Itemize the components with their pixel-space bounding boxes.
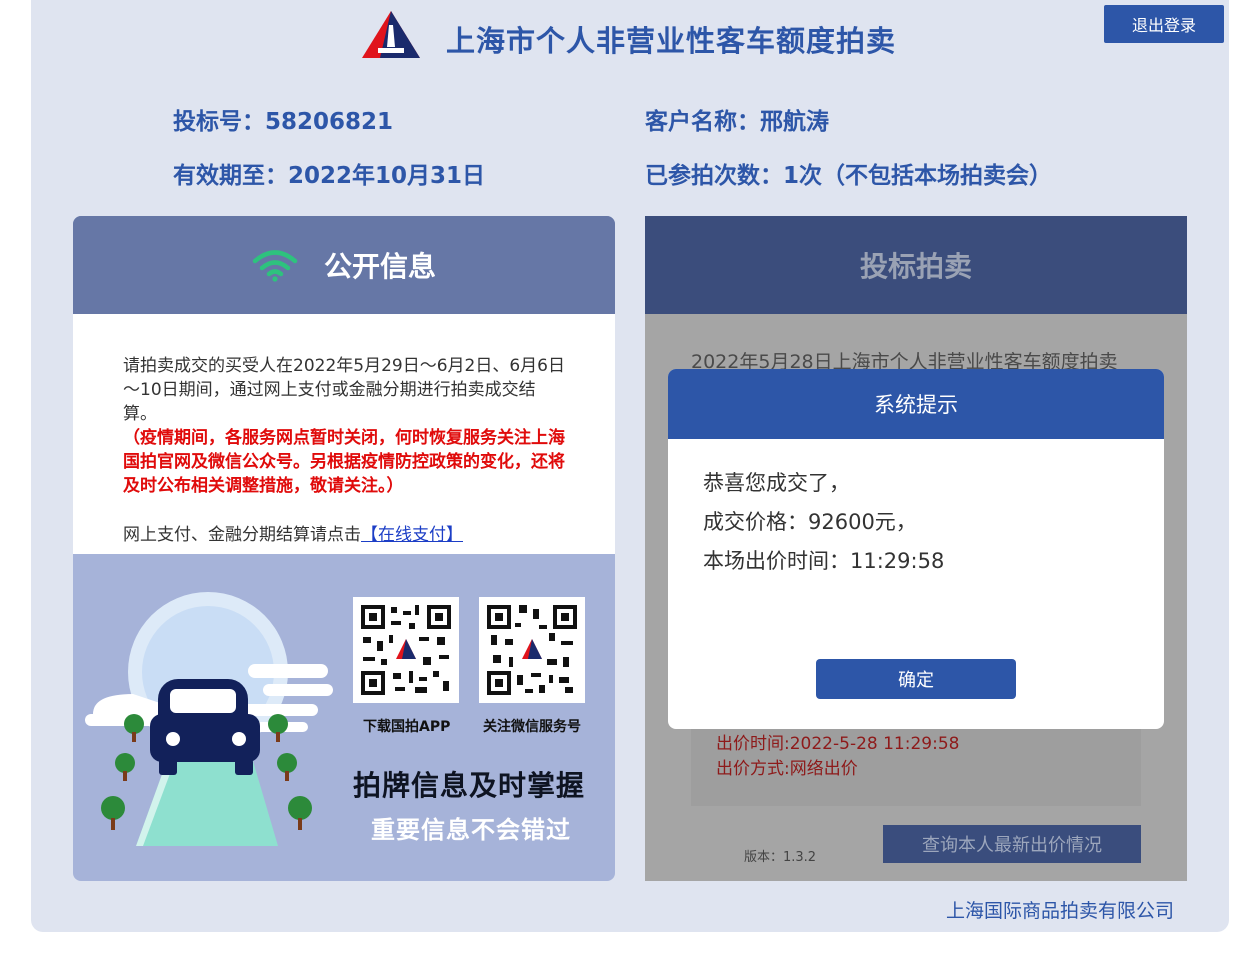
logo-icon: [362, 11, 420, 58]
notice-area: 请拍卖成交的买受人在2022年5月29日～6月2日、6月6日～10日期间，通过网…: [73, 314, 615, 554]
public-info-panel: 公开信息 请拍卖成交的买受人在2022年5月29日～6月2日、6月6日～10日期…: [73, 216, 615, 881]
qr-app: [353, 597, 459, 703]
pay-line: 网上支付、金融分期结算请点击【在线支付】: [123, 520, 463, 545]
slogan-sub: 重要信息不会错过: [371, 816, 571, 844]
dialog-line-1: 恭喜您成交了，: [703, 471, 850, 495]
ok-button[interactable]: 确定: [816, 659, 1016, 699]
dialog-line-2: 成交价格：92600元，: [703, 510, 917, 534]
qr-code-icon: [487, 605, 577, 695]
public-info-title: 公开信息: [323, 250, 436, 283]
car-road-illustration: [85, 592, 333, 846]
query-latest-bid-button[interactable]: 查询本人最新出价情况: [883, 825, 1141, 863]
bid-method: 出价方式:网络出价: [716, 759, 858, 779]
bid-time: 出价时间:2022-5-28 11:29:58: [716, 734, 960, 754]
page-title: 上海市个人非营业性客车额度拍卖: [446, 24, 897, 58]
public-info-header: 公开信息: [73, 216, 615, 314]
online-pay-link[interactable]: 【在线支付】: [361, 525, 463, 545]
bid-number: 投标号：58206821: [173, 109, 394, 135]
qr-code-icon: [361, 605, 451, 695]
pay-prefix: 网上支付、金融分期结算请点击: [123, 525, 361, 545]
qr-app-caption: 下载国拍APP: [363, 719, 451, 735]
qr-wechat: [479, 597, 585, 703]
valid-until: 有效期至：2022年10月31日: [173, 163, 486, 189]
footer-company: 上海国际商品拍卖有限公司: [946, 900, 1175, 922]
dialog-title: 系统提示: [668, 369, 1164, 439]
notice-normal: 请拍卖成交的买受人在2022年5月29日～6月2日、6月6日～10日期间，通过网…: [123, 356, 565, 424]
notice-text: 请拍卖成交的买受人在2022年5月29日～6月2日、6月6日～10日期间，通过网…: [123, 354, 568, 498]
participation-count: 已参拍次数：1次（不包括本场拍卖会）: [645, 163, 1053, 189]
dialog-line-3: 本场出价时间：11:29:58: [703, 549, 945, 573]
slogan-main: 拍牌信息及时掌握: [353, 769, 586, 802]
bidding-title: 投标拍卖: [645, 216, 1187, 314]
version-label: 版本：1.3.2: [744, 850, 817, 865]
customer-name: 客户名称：邢航涛: [645, 109, 829, 135]
system-dialog: 系统提示 恭喜您成交了， 成交价格：92600元， 本场出价时间：11:29:5…: [668, 369, 1164, 729]
notice-red: （疫情期间，各服务网点暂时关闭，何时恢复服务关注上海国拍官网及微信公众号。另根据…: [123, 428, 565, 496]
qr-wechat-caption: 关注微信服务号: [483, 719, 581, 735]
logout-button[interactable]: 退出登录: [1104, 5, 1224, 43]
wifi-icon: [252, 250, 298, 282]
